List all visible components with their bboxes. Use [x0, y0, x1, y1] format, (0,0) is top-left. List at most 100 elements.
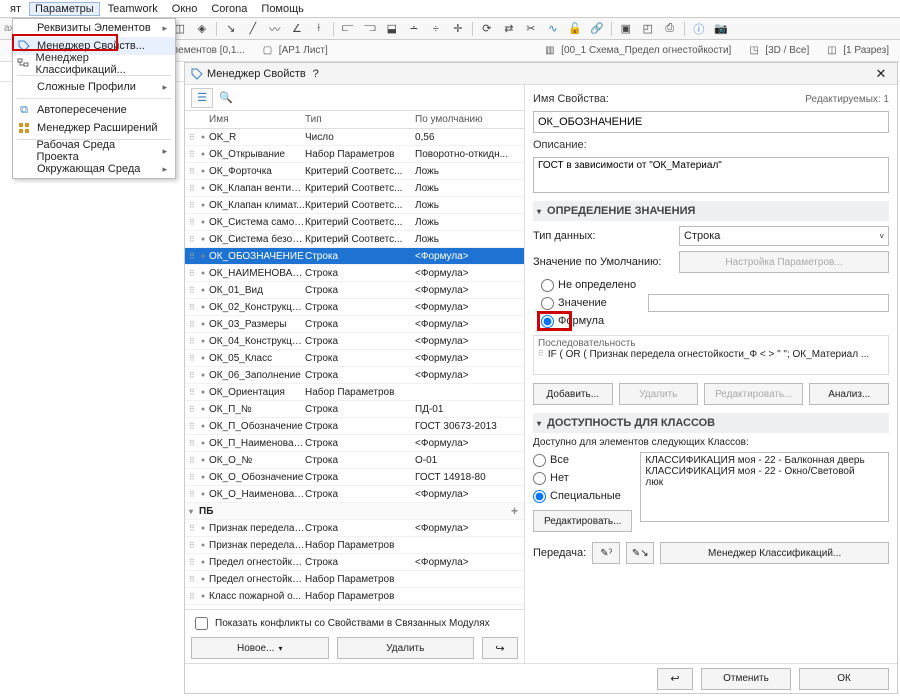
property-row[interactable]: ⠿●ОК_НАИМЕНОВАН...Строка<Формула> [185, 265, 524, 282]
search-icon[interactable]: 🔍 [217, 91, 235, 104]
tb-link[interactable]: 🔗 [587, 20, 607, 38]
delete-button[interactable]: Удалить [337, 637, 475, 659]
tb-measure[interactable]: ⟊ [309, 20, 329, 38]
property-row[interactable]: ⠿●ОК_03_РазмерыСтрока<Формула> [185, 316, 524, 333]
transfer-right-button[interactable]: ↪ [482, 637, 518, 659]
opt-special[interactable]: Специальные [533, 488, 632, 504]
property-row[interactable]: ⠿●ОК_ОриентацияНабор Параметров [185, 384, 524, 401]
property-row[interactable]: ⠿●Класс пожарной о...Набор Параметров [185, 588, 524, 605]
property-name-input[interactable] [533, 111, 889, 133]
property-row[interactable]: ⠿●ОК_02_Конструкци...Строка<Формула> [185, 299, 524, 316]
menu-yat[interactable]: ят [4, 2, 27, 16]
dd-element-attributes[interactable]: Реквизиты Элементов▸ [13, 19, 175, 37]
property-row[interactable]: ⠿●ОК_ОБОЗНАЧЕНИЕСтрока<Формула> [185, 248, 524, 265]
opt-undefined[interactable]: Не определено [541, 277, 636, 293]
property-list[interactable]: ⠿●OK_RЧисло0,56⠿●ОК_ОткрываниеНабор Пара… [185, 129, 524, 609]
property-row[interactable]: ⠿●Предел огнестойко...Строка<Формула> [185, 554, 524, 571]
show-conflicts-checkbox[interactable]: Показать конфликты со Свойствами в Связа… [191, 614, 518, 633]
tb-curve[interactable]: 〰 [265, 20, 285, 38]
analyze-button[interactable]: Анализ... [809, 383, 889, 405]
property-row[interactable]: ⠿●ОК_П_№СтрокаПД-01 [185, 401, 524, 418]
section-value-definition[interactable]: ▾ОПРЕДЕЛЕНИЕ ЗНАЧЕНИЯ [533, 201, 889, 221]
tb-mirror[interactable]: ⇄ [499, 20, 519, 38]
col-name[interactable]: Имя [209, 114, 305, 125]
opt-none[interactable]: Нет [533, 470, 632, 486]
property-row[interactable]: ⠿●ОК_О_ОбозначениеСтрокаГОСТ 14918-80 [185, 469, 524, 486]
tb-view2[interactable]: ◰ [638, 20, 658, 38]
add-button[interactable]: Добавить... [533, 383, 613, 405]
ok-button[interactable]: ОК [799, 668, 889, 690]
edit-classes-button[interactable]: Редактировать... [533, 510, 632, 532]
tb-angle[interactable]: ∠ [287, 20, 307, 38]
col-type[interactable]: Тип [305, 114, 415, 125]
property-row[interactable]: ⠿●Предел огнестойко...Набор Параметров [185, 571, 524, 588]
property-row[interactable]: ⠿●ОК_06_ЗаполнениеСтрока<Формула> [185, 367, 524, 384]
tb-crosshair[interactable]: ✛ [448, 20, 468, 38]
dd-classification-manager[interactable]: Менеджер Классификаций... [13, 55, 175, 73]
tab-3d[interactable]: ◳[3D / Все] [742, 42, 816, 60]
col-default[interactable]: По умолчанию [415, 114, 524, 125]
tb-align4[interactable]: ∸ [404, 20, 424, 38]
sequence-row[interactable]: ⠿IF ( OR ( Признак передела огнестойкост… [538, 349, 884, 360]
tb-align1[interactable]: ⫍ [338, 20, 358, 38]
property-row[interactable]: ⠿●ОК_Клапан климат...Критерий Соответс..… [185, 197, 524, 214]
menu-corona[interactable]: Corona [205, 2, 253, 16]
opt-all[interactable]: Все [533, 452, 632, 468]
property-row[interactable]: ⠿●ОК_ОткрываниеНабор ПараметровПоворотно… [185, 146, 524, 163]
tab-section[interactable]: ◫[1 Разрез] [820, 42, 896, 60]
opt-value[interactable]: Значение [541, 295, 636, 311]
tb-align2[interactable]: ⫎ [360, 20, 380, 38]
datatype-select[interactable]: Строка˅ [679, 226, 889, 246]
property-row[interactable]: ⠿●ОК_О_№СтрокаО-01 [185, 452, 524, 469]
dd-work-environment[interactable]: Рабочая Среда Проекта▸ [13, 142, 175, 160]
tb-unlock[interactable]: 🔓 [565, 20, 585, 38]
property-row[interactable]: ⠿●ОК_Система самов...Критерий Соответс..… [185, 214, 524, 231]
description-input[interactable] [533, 157, 889, 193]
tab-scheme[interactable]: ▥[00_1 Схема_Предел огнестойкости] [538, 42, 738, 60]
menu-help[interactable]: Помощь [255, 2, 310, 16]
list-view-button[interactable]: ☰ [191, 88, 213, 108]
property-row[interactable]: ⠿●Признак передела ...Строка<Формула> [185, 520, 524, 537]
classification-manager-button[interactable]: Менеджер Классификаций... [660, 542, 889, 564]
property-row[interactable]: ⠿●ОК_Клапан вентил...Критерий Соответс..… [185, 180, 524, 197]
menu-teamwork[interactable]: Teamwork [102, 2, 164, 16]
value-input[interactable] [648, 294, 889, 312]
property-row[interactable]: ⠿●Признак передела ...Набор Параметров [185, 537, 524, 554]
opt-formula[interactable]: Формула [541, 313, 636, 329]
dd-autointersect[interactable]: ⧉ Автопересечение [13, 101, 175, 119]
checkbox[interactable] [195, 617, 208, 630]
tab-ar1[interactable]: ▢[АР1 Лист] [256, 42, 335, 60]
property-row[interactable]: ⠿●ОК_П_ОбозначениеСтрокаГОСТ 30673-2013 [185, 418, 524, 435]
tb-align3[interactable]: ⬓ [382, 20, 402, 38]
new-button[interactable]: Новое... ▾ [191, 637, 329, 659]
property-row[interactable]: ⠿●ОК_04_Конструкци...Строка<Формула> [185, 333, 524, 350]
group-row[interactable]: ▾ПБ+ [185, 503, 524, 520]
property-row[interactable]: ⠿●ОК_О_Наименован...Строка<Формула> [185, 486, 524, 503]
menu-parameters[interactable]: Параметры [29, 2, 100, 16]
property-row[interactable]: ⠿●OK_RЧисло0,56 [185, 129, 524, 146]
section-availability[interactable]: ▾ДОСТУПНОСТЬ ДЛЯ КЛАССОВ [533, 413, 889, 433]
property-row[interactable]: ⠿●ОК_П_Наименован...Строка<Формула> [185, 435, 524, 452]
apply-button[interactable]: ✎↘ [626, 542, 654, 564]
cancel-button[interactable]: Отменить [701, 668, 791, 690]
dd-extension-manager[interactable]: Менеджер Расширений [13, 119, 175, 137]
close-button[interactable]: ✕ [871, 66, 891, 82]
tb-info[interactable]: ⓘ [689, 20, 709, 38]
property-row[interactable]: ⠿●ОК_ФорточкаКритерий Соответс...Ложь [185, 163, 524, 180]
tb-rotate[interactable]: ⟳ [477, 20, 497, 38]
tb-line[interactable]: ╱ [243, 20, 263, 38]
tb-camera[interactable]: 📷 [711, 20, 731, 38]
tb-print[interactable]: ⎙ [660, 20, 680, 38]
help-button[interactable]: ? [306, 68, 326, 80]
property-row[interactable]: ⠿●ОК_05_КлассСтрока<Формула> [185, 350, 524, 367]
transfer-left-button[interactable]: ↩ [657, 668, 693, 690]
property-row[interactable]: ⠿●ОК_01_ВидСтрока<Формула> [185, 282, 524, 299]
classes-list[interactable]: КЛАССИФИКАЦИЯ моя - 22 - Балконная дверь… [640, 452, 889, 522]
tb-trim[interactable]: ✂ [521, 20, 541, 38]
menu-window[interactable]: Окно [166, 2, 204, 16]
tb-view1[interactable]: ▣ [616, 20, 636, 38]
dd-complex-profiles[interactable]: Сложные Профили▸ [13, 78, 175, 96]
tb-tag[interactable]: ◈ [192, 20, 212, 38]
property-row[interactable]: ⠿●ОК_Система безоп...Критерий Соответс..… [185, 231, 524, 248]
tb-align5[interactable]: ÷ [426, 20, 446, 38]
